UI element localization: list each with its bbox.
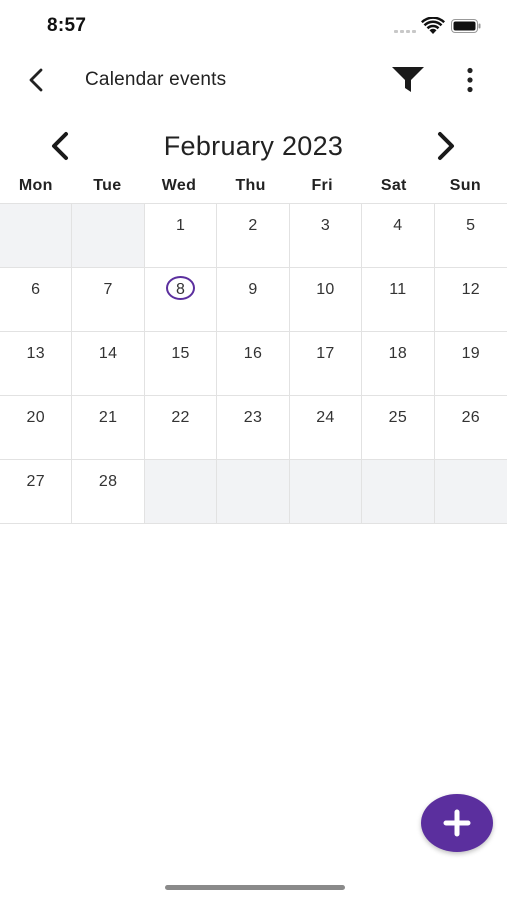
calendar-day-cell[interactable]: 20 xyxy=(0,396,73,460)
day-number: 12 xyxy=(461,281,480,298)
day-number: 14 xyxy=(98,345,118,362)
day-number: 28 xyxy=(98,473,118,490)
day-number: 22 xyxy=(171,409,190,426)
day-number: 11 xyxy=(389,281,407,298)
day-number: 13 xyxy=(26,345,45,362)
calendar-day-cell[interactable]: 3 xyxy=(289,204,363,268)
calendar-day-cell[interactable]: 5 xyxy=(434,204,507,268)
wifi-icon xyxy=(421,17,445,34)
calendar-day-cell[interactable]: 8 xyxy=(144,268,218,332)
calendar-day-cell[interactable]: 22 xyxy=(144,396,218,460)
app-bar: Calendar events xyxy=(0,54,507,106)
month-navigation: February 2023 xyxy=(0,122,507,172)
day-number: 8 xyxy=(175,281,186,298)
day-number: 15 xyxy=(171,345,190,362)
day-number: 20 xyxy=(26,409,45,426)
calendar-day-cell[interactable]: 28 xyxy=(72,460,145,524)
signal-dots-icon xyxy=(394,30,416,33)
calendar-day-cell[interactable]: 26 xyxy=(434,396,507,460)
calendar-day-cell[interactable]: 1 xyxy=(144,204,218,268)
day-number: 26 xyxy=(461,409,480,426)
day-number: 9 xyxy=(248,281,258,298)
chevron-left-icon xyxy=(29,68,43,92)
more-vertical-icon xyxy=(467,67,473,93)
day-number: 19 xyxy=(461,345,480,362)
calendar-empty-cell xyxy=(434,460,507,524)
page-title: Calendar events xyxy=(85,69,227,90)
day-number: 21 xyxy=(98,409,118,426)
status-bar: 8:57 xyxy=(0,0,507,54)
calendar-day-cell[interactable]: 13 xyxy=(0,332,73,396)
day-number: 24 xyxy=(316,409,335,426)
day-number: 18 xyxy=(388,345,408,362)
weekday-label: Tue xyxy=(93,177,122,194)
calendar-day-cell[interactable]: 6 xyxy=(0,268,73,332)
calendar-day-cell[interactable]: 14 xyxy=(72,332,145,396)
day-number: 25 xyxy=(388,409,408,426)
next-month-button[interactable] xyxy=(426,126,466,166)
calendar-day-cell[interactable]: 15 xyxy=(144,332,218,396)
filter-funnel-icon xyxy=(392,67,424,92)
day-number: 16 xyxy=(243,345,263,362)
status-time: 8:57 xyxy=(47,15,87,36)
calendar-day-cell[interactable]: 25 xyxy=(362,396,435,460)
calendar-day-cell[interactable]: 27 xyxy=(0,460,73,524)
day-number: 23 xyxy=(243,409,263,426)
calendar-empty-cell xyxy=(0,204,73,268)
day-number: 1 xyxy=(175,217,186,234)
calendar-empty-cell xyxy=(144,460,218,524)
weekday-label: Fri xyxy=(311,177,333,194)
home-indicator xyxy=(165,885,345,890)
filter-button[interactable] xyxy=(390,62,426,98)
calendar-empty-cell xyxy=(217,460,290,524)
calendar-day-cell[interactable]: 16 xyxy=(217,332,290,396)
calendar-day-cell[interactable]: 23 xyxy=(217,396,290,460)
calendar-empty-cell xyxy=(362,460,435,524)
calendar-day-cell[interactable]: 2 xyxy=(217,204,290,268)
calendar-day-cell[interactable]: 21 xyxy=(72,396,145,460)
day-number: 5 xyxy=(466,217,476,234)
calendar-day-cell[interactable]: 7 xyxy=(72,268,145,332)
calendar-day-cell[interactable]: 24 xyxy=(289,396,363,460)
chevron-right-icon xyxy=(438,132,454,160)
day-number: 6 xyxy=(31,281,41,298)
plus-icon xyxy=(443,809,471,837)
calendar-day-cell[interactable]: 18 xyxy=(362,332,435,396)
calendar-day-cell[interactable]: 17 xyxy=(289,332,363,396)
calendar-empty-cell xyxy=(289,460,363,524)
battery-icon xyxy=(451,19,481,33)
day-number: 3 xyxy=(320,217,331,234)
more-options-button[interactable] xyxy=(456,62,484,98)
day-number: 10 xyxy=(316,281,335,298)
day-number: 2 xyxy=(248,217,258,234)
add-event-button[interactable] xyxy=(421,794,493,852)
weekday-label: Wed xyxy=(161,177,197,194)
calendar-empty-cell xyxy=(72,204,145,268)
calendar-day-cell[interactable]: 11 xyxy=(362,268,435,332)
weekday-header: Mon Tue Wed Thu Fri Sat Sun xyxy=(0,177,507,203)
calendar-day-cell[interactable]: 12 xyxy=(434,268,507,332)
weekday-label: Sat xyxy=(380,177,407,194)
day-number: 17 xyxy=(316,345,335,362)
day-number: 7 xyxy=(103,281,113,298)
weekday-label: Thu xyxy=(235,177,266,194)
day-number: 4 xyxy=(393,217,403,234)
calendar-day-cell[interactable]: 10 xyxy=(289,268,363,332)
calendar-day-cell[interactable]: 4 xyxy=(362,204,435,268)
weekday-label: Mon xyxy=(18,177,53,194)
calendar-day-cell[interactable]: 19 xyxy=(434,332,507,396)
weekday-label: Sun xyxy=(449,177,481,194)
calendar-day-cell[interactable]: 9 xyxy=(217,268,290,332)
day-number: 27 xyxy=(26,473,45,490)
calendar-grid: 1 2 3 4 5 6 7 8 9 10 11 12 13 14 15 16 17 18 19 20 21 22 23 24 2… xyxy=(0,203,507,524)
back-button[interactable] xyxy=(20,62,52,98)
